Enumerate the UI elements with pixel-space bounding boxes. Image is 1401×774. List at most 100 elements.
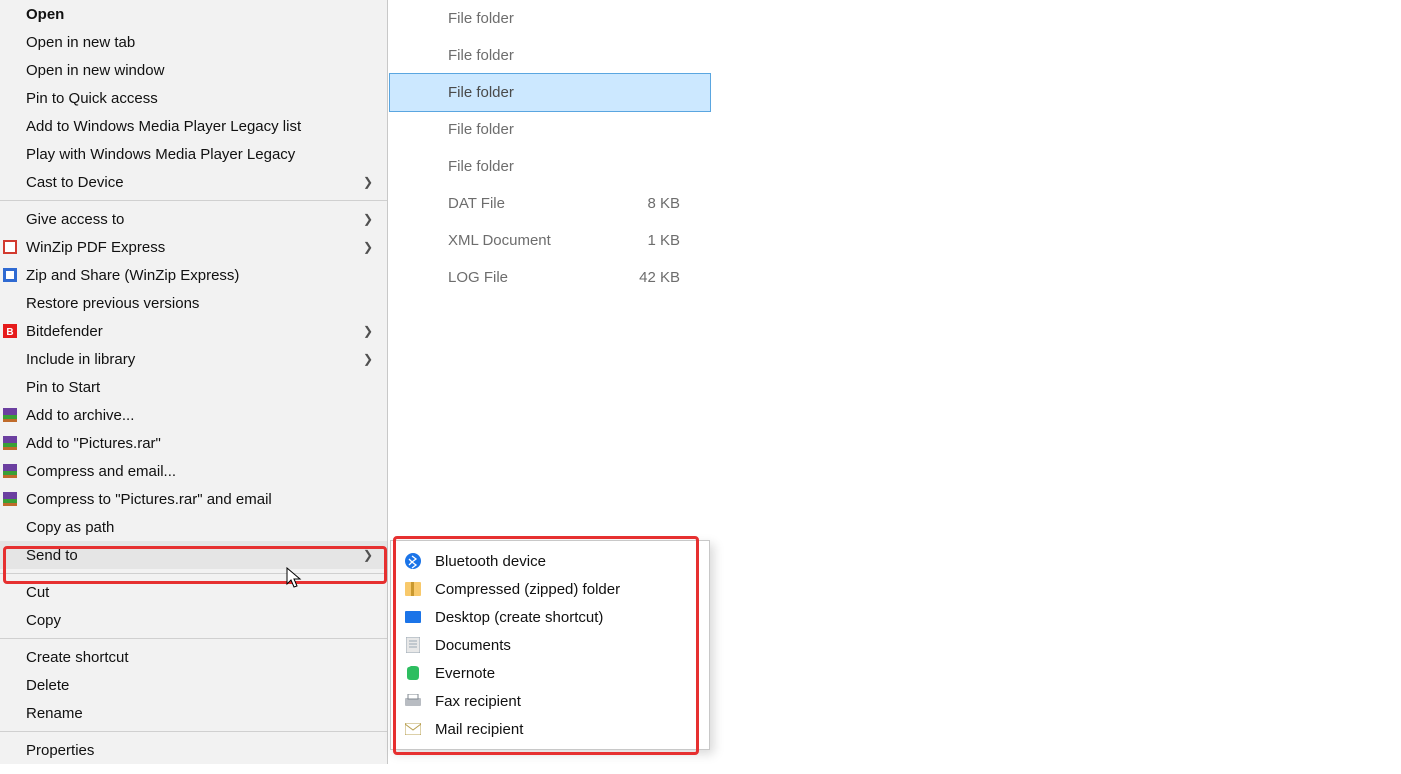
- menu-label: Compress and email...: [26, 463, 176, 480]
- menu-item-rename[interactable]: Rename: [0, 699, 387, 727]
- menu-label: Add to archive...: [26, 407, 134, 424]
- menu-separator: [0, 200, 387, 201]
- menu-label: Send to: [26, 547, 78, 564]
- menu-label: Add to Windows Media Player Legacy list: [26, 118, 301, 135]
- menu-label: Copy: [26, 612, 61, 629]
- file-type: File folder: [390, 84, 590, 101]
- menu-item-delete[interactable]: Delete: [0, 671, 387, 699]
- menu-item-zip-and-share[interactable]: Zip and Share (WinZip Express): [0, 261, 387, 289]
- menu-item-open-new-window[interactable]: Open in new window: [0, 56, 387, 84]
- winzip-pdf-icon: [2, 239, 18, 255]
- menu-item-bitdefender[interactable]: B Bitdefender ❯: [0, 317, 387, 345]
- menu-label: Play with Windows Media Player Legacy: [26, 146, 295, 163]
- submenu-label: Fax recipient: [435, 693, 521, 710]
- menu-label: Rename: [26, 705, 83, 722]
- rar-icon: [2, 463, 18, 479]
- submenu-item-evernote[interactable]: Evernote: [391, 659, 709, 687]
- menu-label: Restore previous versions: [26, 295, 199, 312]
- menu-item-play-wmp[interactable]: Play with Windows Media Player Legacy: [0, 140, 387, 168]
- menu-item-cut[interactable]: Cut: [0, 578, 387, 606]
- menu-label: Pin to Start: [26, 379, 100, 396]
- chevron-right-icon: ❯: [363, 548, 373, 562]
- menu-label: Include in library: [26, 351, 135, 368]
- submenu-item-desktop-shortcut[interactable]: Desktop (create shortcut): [391, 603, 709, 631]
- file-row[interactable]: File folder: [390, 37, 710, 74]
- menu-label: Open: [26, 6, 64, 23]
- menu-item-create-shortcut[interactable]: Create shortcut: [0, 643, 387, 671]
- file-row[interactable]: File folder: [390, 148, 710, 185]
- fax-icon: [405, 693, 421, 709]
- menu-item-cast-to-device[interactable]: Cast to Device ❯: [0, 168, 387, 196]
- file-type: File folder: [390, 158, 590, 175]
- chevron-right-icon: ❯: [363, 240, 373, 254]
- menu-item-properties[interactable]: Properties: [0, 736, 387, 764]
- file-size: 1 KB: [590, 232, 680, 249]
- winzip-icon: [2, 267, 18, 283]
- menu-item-open-new-tab[interactable]: Open in new tab: [0, 28, 387, 56]
- menu-item-compress-and-email[interactable]: Compress and email...: [0, 457, 387, 485]
- menu-label: Cut: [26, 584, 49, 601]
- rar-icon: [2, 491, 18, 507]
- submenu-item-mail-recipient[interactable]: Mail recipient: [391, 715, 709, 743]
- file-size: 42 KB: [590, 269, 680, 286]
- menu-label: Delete: [26, 677, 69, 694]
- menu-item-restore-previous-versions[interactable]: Restore previous versions: [0, 289, 387, 317]
- desktop-icon: [405, 609, 421, 625]
- file-row[interactable]: File folder: [390, 0, 710, 37]
- context-menu: Open Open in new tab Open in new window …: [0, 0, 388, 764]
- submenu-item-fax-recipient[interactable]: Fax recipient: [391, 687, 709, 715]
- menu-label: WinZip PDF Express: [26, 239, 165, 256]
- menu-item-pin-to-start[interactable]: Pin to Start: [0, 373, 387, 401]
- rar-icon: [2, 407, 18, 423]
- submenu-label: Documents: [435, 637, 511, 654]
- chevron-right-icon: ❯: [363, 324, 373, 338]
- menu-item-include-in-library[interactable]: Include in library ❯: [0, 345, 387, 373]
- file-type: File folder: [390, 121, 590, 138]
- submenu-item-bluetooth[interactable]: Bluetooth device: [391, 547, 709, 575]
- file-size: 8 KB: [590, 195, 680, 212]
- menu-label: Copy as path: [26, 519, 114, 536]
- file-row[interactable]: DAT File 8 KB: [390, 185, 710, 222]
- menu-item-copy[interactable]: Copy: [0, 606, 387, 634]
- menu-label: Zip and Share (WinZip Express): [26, 267, 239, 284]
- menu-item-copy-as-path[interactable]: Copy as path: [0, 513, 387, 541]
- chevron-right-icon: ❯: [363, 212, 373, 226]
- submenu-item-compressed-folder[interactable]: Compressed (zipped) folder: [391, 575, 709, 603]
- menu-label: Compress to "Pictures.rar" and email: [26, 491, 272, 508]
- submenu-item-documents[interactable]: Documents: [391, 631, 709, 659]
- bitdefender-icon: B: [2, 323, 18, 339]
- menu-item-add-to-archive[interactable]: Add to archive...: [0, 401, 387, 429]
- menu-item-send-to[interactable]: Send to ❯: [0, 541, 387, 569]
- menu-item-winzip-pdf-express[interactable]: WinZip PDF Express ❯: [0, 233, 387, 261]
- file-type: File folder: [390, 47, 590, 64]
- submenu-label: Mail recipient: [435, 721, 523, 738]
- menu-item-pin-quick-access[interactable]: Pin to Quick access: [0, 84, 387, 112]
- menu-label: Pin to Quick access: [26, 90, 158, 107]
- documents-icon: [405, 637, 421, 653]
- file-type: LOG File: [390, 269, 590, 286]
- rar-icon: [2, 435, 18, 451]
- file-row[interactable]: LOG File 42 KB: [390, 259, 710, 296]
- menu-label: Cast to Device: [26, 174, 124, 191]
- svg-text:B: B: [6, 327, 13, 338]
- menu-label: Open in new tab: [26, 34, 135, 51]
- evernote-icon: [405, 665, 421, 681]
- menu-item-compress-pictures-rar-email[interactable]: Compress to "Pictures.rar" and email: [0, 485, 387, 513]
- menu-separator: [0, 573, 387, 574]
- file-type: DAT File: [390, 195, 590, 212]
- file-type: File folder: [390, 10, 590, 27]
- menu-item-add-to-pictures-rar[interactable]: Add to "Pictures.rar": [0, 429, 387, 457]
- menu-item-give-access-to[interactable]: Give access to ❯: [0, 205, 387, 233]
- file-row[interactable]: File folder: [390, 111, 710, 148]
- menu-label: Add to "Pictures.rar": [26, 435, 161, 452]
- submenu-label: Evernote: [435, 665, 495, 682]
- file-row-selected[interactable]: File folder: [390, 74, 710, 111]
- mail-icon: [405, 721, 421, 737]
- bluetooth-icon: [405, 553, 421, 569]
- file-type: XML Document: [390, 232, 590, 249]
- file-row[interactable]: XML Document 1 KB: [390, 222, 710, 259]
- menu-label: Create shortcut: [26, 649, 129, 666]
- menu-item-add-wmp-list[interactable]: Add to Windows Media Player Legacy list: [0, 112, 387, 140]
- menu-item-open[interactable]: Open: [0, 0, 387, 28]
- menu-label: Properties: [26, 742, 94, 759]
